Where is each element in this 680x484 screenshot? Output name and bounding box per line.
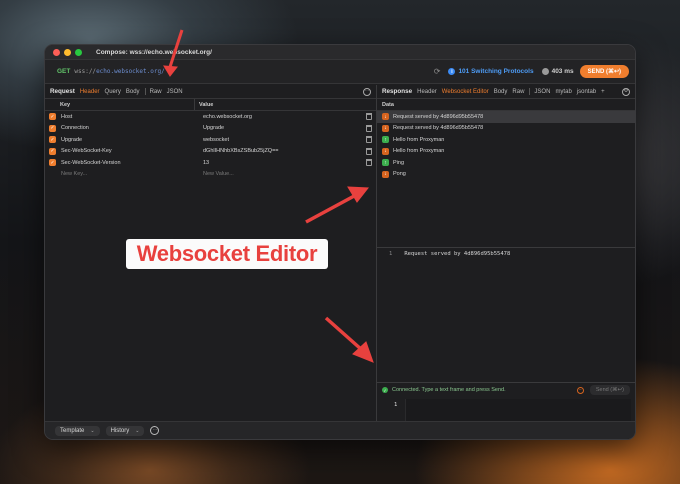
annotation-arrow-url	[168, 29, 184, 68]
annotation-arrowhead-url	[163, 65, 178, 77]
websocket-editor-callout: Websocket Editor	[126, 239, 328, 269]
annotation-arrow-editor	[324, 316, 364, 352]
annotation-arrows	[163, 29, 374, 363]
annotation-arrowhead-data	[347, 186, 369, 203]
annotation-arrow-data	[305, 193, 357, 224]
